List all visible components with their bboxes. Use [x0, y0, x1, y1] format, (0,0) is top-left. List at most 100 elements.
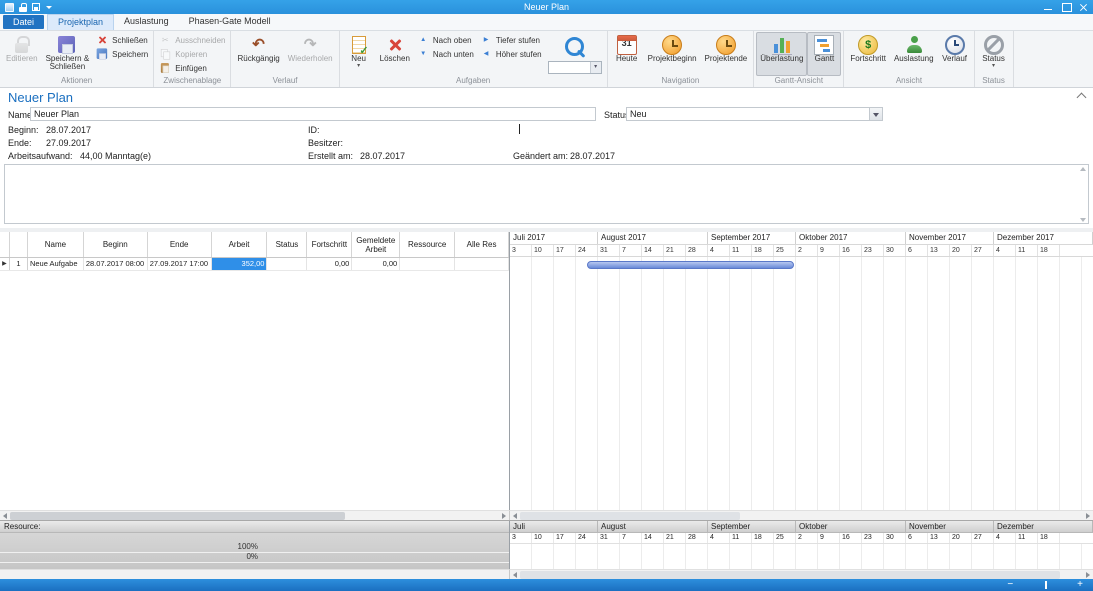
erstellt-am-label: Erstellt am:	[308, 151, 353, 161]
resource-week-label: 13	[928, 533, 950, 543]
ribbon-button-projektende[interactable]: Projektende	[701, 32, 752, 76]
ribbon-button-fortschritt[interactable]: $Fortschritt	[846, 32, 890, 76]
delete-icon	[385, 35, 405, 55]
cell-ende[interactable]: 27.09.2017 17:00	[148, 258, 212, 270]
column-header-arbeit[interactable]: Arbeit	[212, 232, 268, 257]
table-row[interactable]: ▶1Neue Aufgabe28.07.2017 08:0027.09.2017…	[0, 258, 509, 271]
cell-indicator[interactable]: ▶	[0, 258, 10, 270]
minimize-button[interactable]	[1039, 0, 1057, 14]
column-header-name[interactable]: Name	[28, 232, 84, 257]
tab-auslastung[interactable]: Auslastung	[114, 14, 179, 30]
search-button[interactable]	[562, 32, 588, 61]
gantt-week-label: 6	[906, 245, 928, 256]
gantt-week-label: 24	[576, 245, 598, 256]
cell-gemeldete-arbeit[interactable]: 0,00	[352, 258, 400, 270]
column-header-ende[interactable]: Ende	[148, 232, 212, 257]
cell-arbeit[interactable]: 352,00	[212, 258, 268, 270]
column-header-row-number[interactable]	[10, 232, 28, 257]
collapse-panel-icon[interactable]	[1076, 90, 1088, 102]
erstellt-am-value: 28.07.2017	[360, 151, 405, 161]
ribbon-group-aktionen: EditierenSpeichern &SchließenSchließenSp…	[0, 31, 154, 87]
name-input[interactable]: Neuer Plan	[30, 107, 596, 121]
ribbon-button-kopieren: Kopieren	[156, 47, 228, 61]
ribbon-button-heute[interactable]: 31Heute	[610, 32, 644, 76]
gantt-week-header: 3101724317142128411182529162330613202741…	[510, 245, 1093, 257]
column-header-beginn[interactable]: Beginn	[84, 232, 148, 257]
ribbon-button-verlauf[interactable]: Verlauf	[938, 32, 972, 76]
ribbon-group-label: Aktionen	[2, 76, 151, 87]
column-header-fortschritt[interactable]: Fortschritt	[307, 232, 352, 257]
resource-scale-label: 100%	[218, 542, 258, 551]
scrollbar-thumb[interactable]	[520, 512, 740, 520]
ribbon-button-nach-unten[interactable]: ▼Nach unten	[414, 47, 477, 61]
cell-status[interactable]	[267, 258, 307, 270]
zoom-out-button[interactable]: −	[1007, 580, 1013, 590]
id-label: ID:	[308, 125, 320, 135]
column-header-row-indicator[interactable]	[0, 232, 10, 257]
cell-ressource[interactable]	[400, 258, 455, 270]
geaendert-am-label: Geändert am:	[513, 151, 568, 161]
gantt-week-label: 30	[884, 245, 906, 256]
ribbon-button-hoher-stufen[interactable]: ◀Höher stufen	[477, 47, 545, 61]
status-icon	[984, 35, 1004, 55]
close-button[interactable]	[1075, 0, 1093, 14]
cell-name[interactable]: Neue Aufgabe	[28, 258, 84, 270]
resource-week-label: 20	[950, 533, 972, 543]
cell-beginn[interactable]: 28.07.2017 08:00	[84, 258, 148, 270]
resource-week-label: 6	[906, 533, 928, 543]
scrollbar-thumb[interactable]	[10, 512, 345, 520]
combo-dropdown-icon: ▾	[590, 62, 601, 73]
zoom-slider-handle[interactable]	[1045, 581, 1047, 589]
scrollbar-thumb[interactable]	[520, 571, 1060, 579]
ribbon-button-status[interactable]: Status▾	[977, 32, 1011, 76]
ribbon-button-tiefer-stufen[interactable]: ▶Tiefer stufen	[477, 33, 545, 47]
ribbon-button-ruckgangig[interactable]: ↶Rückgängig	[233, 32, 283, 76]
status-select-arrow-icon[interactable]	[869, 108, 882, 120]
scroll-up-icon[interactable]	[1080, 165, 1087, 172]
ribbon-button-schliessen[interactable]: Schließen	[93, 33, 151, 47]
resource-week-label: 4	[994, 533, 1016, 543]
cell-alle-ressourcen[interactable]	[455, 258, 509, 270]
ribbon-button-neu[interactable]: Neu▾	[342, 32, 376, 76]
gantt-month-september-2017: September 2017	[708, 232, 796, 244]
column-header-alle-res[interactable]: Alle Res	[455, 232, 509, 257]
zoom-in-button[interactable]: +	[1077, 580, 1083, 590]
ribbon-button-gantt[interactable]: Gantt	[807, 32, 841, 76]
ribbon-button-nach-oben[interactable]: ▲Nach oben	[414, 33, 477, 47]
ribbon-button-einfugen[interactable]: Einfügen	[156, 61, 228, 75]
app-icon[interactable]	[5, 3, 14, 12]
status-select[interactable]: Neu	[626, 107, 883, 121]
titlebar: Neuer Plan	[0, 0, 1093, 14]
gantt-bar-neue-aufgabe[interactable]	[587, 261, 794, 269]
bottom-scroll-row	[0, 569, 1093, 579]
tab-projektplan[interactable]: Projektplan	[47, 14, 114, 30]
cell-num[interactable]: 1	[10, 258, 28, 270]
ribbon-group-zwischenablage: ✂AusschneidenKopierenEinfügenZwischenabl…	[154, 31, 231, 87]
arbeitsaufwand-label: Arbeitsaufwand:	[8, 151, 73, 161]
ribbon-button-speichern[interactable]: Speichern	[93, 47, 151, 61]
column-header-status[interactable]: Status	[267, 232, 307, 257]
description-field[interactable]	[4, 164, 1089, 224]
ribbon-button-speichern-schliessen[interactable]: Speichern &Schließen	[42, 32, 94, 76]
column-header-gemeldete-arbeit[interactable]: Gemeldete Arbeit	[352, 232, 400, 257]
table-horizontal-scrollbar[interactable]	[0, 510, 510, 520]
resource-horizontal-scrollbar[interactable]	[510, 569, 1093, 579]
plan-workspace: NameBeginnEndeArbeitStatusFortschrittGem…	[0, 228, 1093, 510]
ribbon-group-label: Verlauf	[233, 76, 336, 87]
ribbon-button-loschen[interactable]: Löschen	[376, 32, 414, 76]
quick-access-arrow-icon[interactable]	[45, 3, 53, 11]
description-scrollbar[interactable]	[1079, 165, 1088, 223]
ribbon-button-projektbeginn[interactable]: Projektbeginn	[644, 32, 701, 76]
scroll-down-icon[interactable]	[1080, 216, 1087, 223]
tab-phasen-gate-modell[interactable]: Phasen-Gate Modell	[179, 14, 281, 30]
task-filter-combo[interactable]: ▾	[548, 61, 602, 74]
ribbon-button-auslastung[interactable]: Auslastung	[890, 32, 938, 76]
gantt-horizontal-scrollbar[interactable]	[510, 510, 1093, 520]
ribbon-button-uberlastung[interactable]: Überlastung	[756, 32, 807, 76]
cell-fortschritt[interactable]: 0,00	[307, 258, 352, 270]
lock-icon[interactable]	[19, 3, 27, 12]
tab-datei[interactable]: Datei	[3, 15, 44, 29]
maximize-button[interactable]	[1057, 0, 1075, 14]
column-header-ressource[interactable]: Ressource	[400, 232, 455, 257]
save-icon[interactable]	[32, 3, 40, 11]
